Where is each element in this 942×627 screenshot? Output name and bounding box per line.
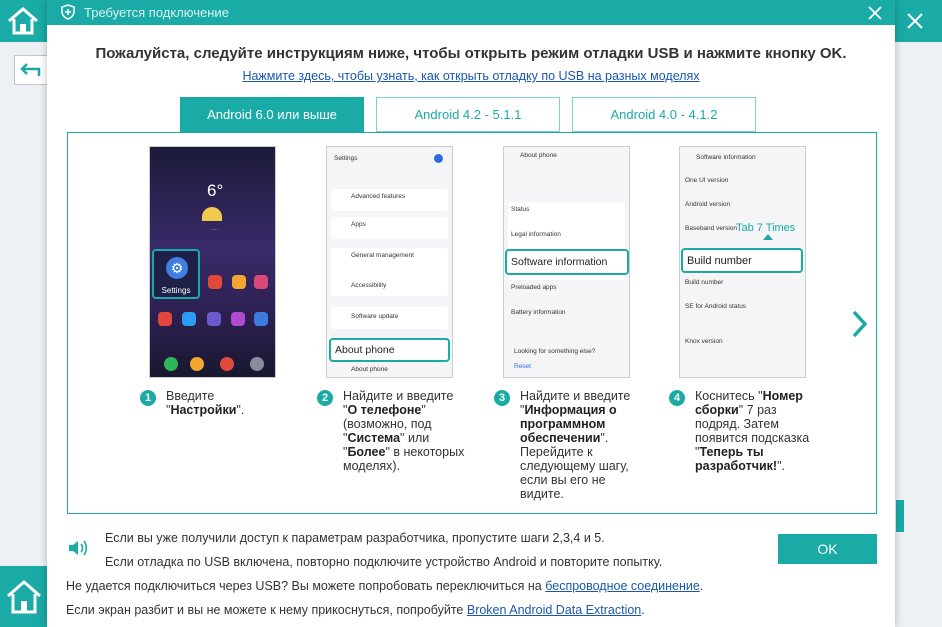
step-number: 2 — [317, 390, 333, 406]
phone-screenshot-home: 6° ····· ⚙ Settings — [149, 146, 276, 378]
date-text: ····· — [209, 227, 219, 233]
settings-app-label: Settings — [161, 286, 191, 295]
tab-android-4-0[interactable]: Android 4.0 - 4.1.2 — [572, 97, 756, 132]
software-information-highlight: Software information — [505, 249, 629, 275]
background-accent — [896, 500, 904, 532]
app-icon — [208, 275, 222, 289]
settings-item: Build number — [685, 279, 724, 286]
camera-icon — [250, 357, 264, 371]
settings-item: Software update — [351, 313, 399, 320]
wireless-connection-link[interactable]: беспроводное соединение — [545, 579, 700, 593]
app-icon — [182, 312, 196, 326]
app-close-icon[interactable] — [904, 10, 926, 32]
settings-item: Preloaded apps — [511, 284, 557, 291]
settings-item: SE for Android status — [685, 303, 747, 310]
close-icon[interactable] — [865, 3, 885, 23]
screen-title: Software information — [696, 154, 756, 161]
steps-panel: 6° ····· ⚙ Settings Settings Advanced fe… — [67, 132, 877, 514]
phone-screenshot-settings: Settings Advanced features Apps General … — [326, 146, 453, 378]
settings-app-tile: ⚙ Settings — [152, 249, 200, 299]
settings-item: About phone — [351, 366, 388, 373]
note-reconnect: Если отладка по USB включена, повторно п… — [105, 555, 663, 569]
step-description: Найдите и введите "Информация о программ… — [520, 389, 631, 501]
settings-item: Legal information — [511, 231, 561, 238]
weather-clock: 6° — [207, 181, 224, 200]
settings-item: Reset — [514, 363, 531, 370]
settings-item: One UI version — [685, 177, 729, 184]
step-description: Коснитесь "Номер сборки" 7 раз подряд. З… — [695, 389, 810, 473]
tab-android-4-2[interactable]: Android 4.2 - 5.1.1 — [376, 97, 560, 132]
build-number-highlight: Build number — [681, 248, 803, 273]
tab-android-6[interactable]: Android 6.0 или выше — [180, 97, 364, 132]
usb-debug-help-link[interactable]: Нажмите здесь, чтобы узнать, как открыть… — [47, 69, 895, 83]
dialog-title: Требуется подключение — [84, 5, 229, 20]
screen-title: About phone — [520, 152, 557, 159]
about-phone-highlight: About phone — [329, 338, 450, 362]
phone-screenshot-about-phone: About phone Status Legal information Sof… — [503, 146, 630, 378]
app-icon — [231, 312, 245, 326]
settings-item: Apps — [351, 221, 366, 228]
step-number: 4 — [669, 390, 685, 406]
tap-hint: Tab 7 Times — [736, 222, 796, 234]
settings-item: Knox version — [685, 338, 723, 345]
settings-item: Looking for something else? — [514, 348, 596, 355]
sidebar-home-icon[interactable] — [0, 566, 48, 627]
step-description: Найдите и введите "О телефоне" (возможно… — [343, 389, 465, 473]
shield-plus-icon — [60, 4, 76, 20]
weather-icon — [202, 207, 222, 221]
screen-title: Settings — [334, 155, 358, 162]
settings-item: General management — [351, 252, 414, 259]
app-icon — [232, 275, 246, 289]
home-icon[interactable] — [6, 6, 40, 36]
phone-screenshot-software-info: Software information One UI version Andr… — [679, 146, 806, 378]
settings-item: Status — [511, 206, 530, 213]
ok-button[interactable]: OK — [778, 534, 877, 564]
step-number: 1 — [140, 390, 156, 406]
tap-hint-arrow — [763, 234, 773, 240]
messages-icon — [190, 357, 204, 371]
settings-card — [331, 217, 448, 239]
back-button[interactable] — [14, 55, 50, 85]
speaker-icon — [67, 538, 89, 558]
step-description: Введите "Настройки". — [166, 389, 245, 417]
settings-item: Accessibility — [351, 282, 387, 289]
settings-item: Advanced features — [351, 193, 406, 200]
dialog-titlebar: Требуется подключение — [47, 0, 895, 25]
phone-icon — [164, 357, 178, 371]
app-icon — [254, 312, 268, 326]
connection-dialog: Требуется подключение Пожалуйста, следуй… — [47, 0, 895, 627]
settings-item: Baseband version — [685, 225, 738, 232]
note-broken-screen: Если экран разбит и вы не можете к нему … — [66, 603, 645, 617]
app-icon — [254, 275, 268, 289]
browser-icon — [220, 357, 234, 371]
note-wireless: Не удается подключиться через USB? Вы мо… — [66, 579, 704, 593]
app-icon — [158, 312, 172, 326]
step-number: 3 — [494, 390, 510, 406]
broken-android-link[interactable]: Broken Android Data Extraction — [467, 603, 641, 617]
gear-icon: ⚙ — [166, 257, 188, 279]
avatar — [434, 154, 443, 163]
app-icon — [207, 312, 221, 326]
settings-item: Battery information — [511, 309, 566, 316]
note-skip-steps: Если вы уже получили доступ к параметрам… — [105, 531, 605, 545]
instruction-heading: Пожалуйста, следуйте инструкциям ниже, ч… — [95, 45, 847, 62]
settings-item: Android version — [685, 201, 731, 208]
next-arrow-icon[interactable] — [850, 308, 870, 340]
